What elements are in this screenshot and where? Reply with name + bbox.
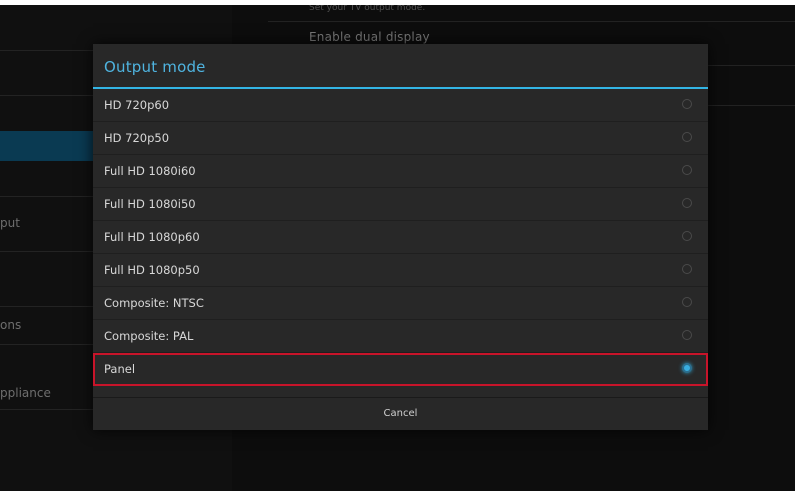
option-full-hd-1080p50[interactable]: Full HD 1080p50 bbox=[93, 254, 708, 287]
dialog-footer: Cancel bbox=[93, 397, 708, 430]
option-label: HD 720p50 bbox=[104, 131, 170, 145]
radio-button[interactable] bbox=[682, 264, 692, 274]
option-panel[interactable]: Panel bbox=[93, 353, 708, 386]
radio-button[interactable] bbox=[682, 198, 692, 208]
option-label: Full HD 1080i60 bbox=[104, 164, 196, 178]
radio-button[interactable] bbox=[682, 231, 692, 241]
sidebar-item-label: put bbox=[0, 216, 20, 230]
option-composite-ntsc[interactable]: Composite: NTSC bbox=[93, 287, 708, 320]
radio-button[interactable] bbox=[682, 330, 692, 340]
output-mode-summary: Set your TV output mode. bbox=[309, 5, 426, 13]
radio-button-checked[interactable] bbox=[682, 363, 692, 373]
selection-highlight bbox=[93, 353, 708, 386]
option-label: Full HD 1080p60 bbox=[104, 230, 200, 244]
option-label: Composite: PAL bbox=[104, 329, 194, 343]
option-hd-720p50[interactable]: HD 720p50 bbox=[93, 122, 708, 155]
option-label: Panel bbox=[104, 362, 136, 376]
option-full-hd-1080i60[interactable]: Full HD 1080i60 bbox=[93, 155, 708, 188]
output-mode-dialog: Output mode HD 720p60 HD 720p50 Full HD … bbox=[93, 44, 708, 430]
dialog-title: Output mode bbox=[104, 58, 206, 76]
option-hd-720p60[interactable]: HD 720p60 bbox=[93, 89, 708, 122]
option-full-hd-1080i50[interactable]: Full HD 1080i50 bbox=[93, 188, 708, 221]
divider bbox=[268, 21, 795, 22]
option-composite-pal[interactable]: Composite: PAL bbox=[93, 320, 708, 353]
option-label: HD 720p60 bbox=[104, 98, 170, 112]
option-label: Composite: NTSC bbox=[104, 296, 204, 310]
cancel-button[interactable]: Cancel bbox=[93, 398, 708, 430]
radio-button[interactable] bbox=[682, 99, 692, 109]
screen: put ons ppliance Set your TV output mode… bbox=[0, 5, 795, 491]
radio-button[interactable] bbox=[682, 132, 692, 142]
option-label: Full HD 1080p50 bbox=[104, 263, 200, 277]
sidebar-item-label: ons bbox=[0, 318, 22, 332]
enable-dual-display-label[interactable]: Enable dual display bbox=[309, 30, 430, 44]
sidebar-item-label: ppliance bbox=[0, 386, 51, 400]
option-full-hd-1080p60[interactable]: Full HD 1080p60 bbox=[93, 221, 708, 254]
output-mode-options: HD 720p60 HD 720p50 Full HD 1080i60 Full… bbox=[93, 89, 708, 386]
radio-button[interactable] bbox=[682, 165, 692, 175]
radio-button[interactable] bbox=[682, 297, 692, 307]
option-label: Full HD 1080i50 bbox=[104, 197, 196, 211]
